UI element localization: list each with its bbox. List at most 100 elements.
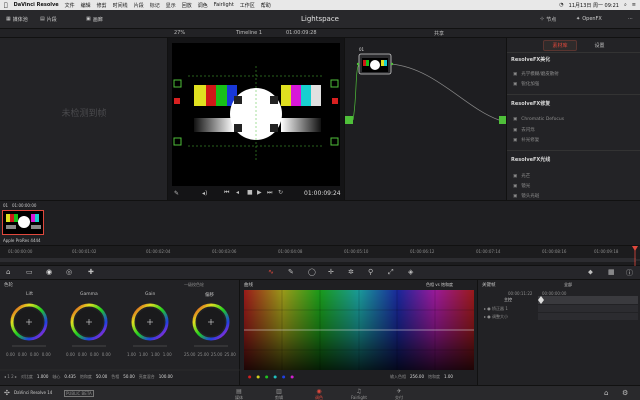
timeline-ruler[interactable]: 01:00:00:00 01:00:01:02 01:00:02:04 01:0… (0, 246, 640, 266)
keyframes-filter-select[interactable]: 全部 (564, 282, 572, 288)
menu-trim[interactable]: 修剪 (97, 2, 107, 9)
color-wheels-panel: 色轮 一级校色轮 Lift Gamma Gain 偏移 0.00 0.00 0.… (0, 280, 240, 385)
zoom-select[interactable]: 27% (174, 30, 185, 36)
fx-item[interactable]: ▣ 去闪烁 (513, 127, 535, 134)
ruler-tick: 01:00:01:02 (72, 249, 97, 254)
ruler-tick: 01:00:05:10 (344, 249, 369, 254)
fx-section-light[interactable]: ResolveFX光线 (511, 156, 550, 163)
gain-wheel (131, 303, 169, 341)
key-icon[interactable]: ⚲ (368, 268, 373, 276)
motion-icon[interactable]: ✚ (88, 268, 94, 276)
wifi-icon[interactable]: ◔ (559, 2, 563, 9)
eyedropper-icon[interactable]: ✎ (174, 190, 179, 197)
ruler-tick: 01:00:08:16 (542, 249, 567, 254)
contrast-value[interactable]: 1.000 (37, 374, 48, 380)
fx-item[interactable]: ▣ 光学模糊/磨皮散射 (513, 71, 559, 78)
offset-values[interactable]: 25.00 25.00 25.00 25.00 (184, 352, 236, 357)
fx-item[interactable]: ▣ 镜光 (513, 183, 530, 190)
fx-item[interactable]: ▣ Chromatic Defocus (513, 117, 564, 122)
curve-color-dots[interactable]: ● ● ● ● ● ● (248, 374, 294, 379)
ruler-tick: 01:00:09:18 (594, 249, 619, 254)
page-indicator[interactable]: ◂ 1 2 ▸ (4, 374, 17, 380)
page-deliver[interactable]: ✈ 交付 (384, 388, 414, 400)
shared-label[interactable]: 共享 (434, 30, 444, 37)
clip-thumbnail[interactable] (2, 210, 44, 235)
lum-mix-value[interactable]: 100.00 (159, 374, 173, 380)
menu-workspace[interactable]: 工作区 (240, 2, 255, 9)
curve-mode-select[interactable]: 色相 vs 饱和度 (426, 282, 453, 288)
settings-gear-icon[interactable]: ⚙ (622, 389, 628, 397)
menu-color[interactable]: 调色 (198, 2, 208, 9)
gamma-values[interactable]: 0.00 0.00 0.00 0.00 (66, 352, 111, 357)
color-wheels-icon[interactable]: ◉ (46, 268, 52, 276)
pivot-value[interactable]: 0.435 (64, 374, 75, 380)
search-icon[interactable]: ⌕ (624, 2, 627, 9)
nodes-button[interactable]: ⊹ 节点 (540, 14, 556, 24)
fx-section-beauty[interactable]: ResolveFX美化 (511, 56, 550, 63)
3d-icon[interactable]: ◈ (408, 268, 413, 276)
stop-icon[interactable]: ■ (247, 189, 253, 196)
keyframe-row-resize[interactable]: ▸ ● 调整大小 (484, 314, 508, 320)
home-icon[interactable]: ⌂ (604, 389, 608, 397)
go-to-end-icon[interactable]: ⏭ (267, 189, 272, 197)
rgb-mixer-icon[interactable]: ◎ (66, 268, 72, 276)
menubar-datetime[interactable]: 11月13日 周一 09:21 (569, 2, 619, 9)
menu-app-name[interactable]: DaVinci Resolve (14, 2, 59, 8)
tab-library[interactable]: 素材库 (543, 39, 577, 51)
loop-icon[interactable]: ↻ (278, 189, 283, 196)
keyframe-row-corrector[interactable]: ▸ ● 矫正器 1 (484, 306, 508, 312)
keyframe-row-master[interactable]: 主控 (504, 297, 512, 303)
qualifier-icon[interactable]: ✎ (288, 268, 294, 276)
page-edit[interactable]: ▥ 剪辑 (264, 388, 294, 400)
go-to-start-icon[interactable]: ⏮ (224, 189, 229, 197)
viewer-frame[interactable] (168, 38, 344, 200)
hue-sat-curve-graph[interactable] (244, 290, 474, 370)
apple-icon[interactable]:  (4, 2, 8, 9)
fx-item[interactable]: ▣ 补光修复 (513, 137, 539, 144)
curves-icon[interactable]: ∿ (268, 268, 274, 276)
fx-item[interactable]: ▣ 镜头光斑 (513, 193, 539, 200)
menu-fairlight[interactable]: Fairlight (214, 2, 234, 8)
menu-timeline[interactable]: 时间线 (113, 2, 128, 9)
clip-thumbnail-image (6, 214, 41, 229)
blur-icon[interactable]: ✲ (348, 268, 354, 276)
list-icon[interactable]: ≡ (632, 2, 636, 9)
lift-values[interactable]: 0.00 0.00 0.00 0.00 (6, 352, 51, 357)
gain-values[interactable]: 1.00 1.00 1.00 1.00 (127, 352, 172, 357)
info-icon[interactable]: ⓘ (626, 268, 633, 278)
ruler-tick: 01:00:03:06 (212, 249, 237, 254)
node-editor[interactable]: 01 (344, 38, 507, 200)
menu-file[interactable]: 文件 (65, 2, 75, 9)
edit-icon: ▥ (276, 388, 282, 395)
menu-help[interactable]: 帮助 (261, 2, 271, 9)
saturation-value[interactable]: 1.00 (444, 374, 453, 380)
titlebar-more-icon[interactable]: ⋯ (628, 14, 633, 24)
timeline-name[interactable]: Timeline 1 (236, 30, 262, 36)
page-color[interactable]: ◉ 调色 (304, 388, 334, 400)
menu-clip[interactable]: 片段 (134, 2, 144, 9)
fx-item[interactable]: ▣ 锐化加强 (513, 81, 539, 88)
fx-section-repair[interactable]: ResolveFX修复 (511, 100, 550, 107)
camera-raw-icon[interactable]: ⌂ (6, 268, 10, 276)
page-media[interactable]: ▤ 媒体 (224, 388, 254, 400)
window-icon[interactable]: ◯ (308, 268, 316, 276)
sat-value[interactable]: 50.00 (96, 374, 107, 380)
tab-settings[interactable]: 设置 (595, 42, 605, 49)
scopes-icon[interactable]: ▦ (608, 268, 615, 276)
step-back-icon[interactable]: ◂ (236, 189, 239, 196)
tracker-icon[interactable]: ✛ (328, 268, 334, 276)
fx-item[interactable]: ▣ 光芒 (513, 173, 530, 180)
keyframes-icon[interactable]: ⬥ (588, 268, 593, 277)
menu-edit[interactable]: 编辑 (81, 2, 91, 9)
input-hue-value[interactable]: 256.00 (410, 374, 424, 380)
audio-icon[interactable]: ◂) (202, 190, 207, 197)
sizing-icon[interactable]: ⤢ (388, 268, 394, 277)
page-fairlight[interactable]: ♫ Fairlight (344, 388, 374, 400)
color-match-icon[interactable]: ▭ (26, 268, 33, 276)
menu-playback[interactable]: 回放 (182, 2, 192, 9)
play-icon[interactable]: ▶ (257, 189, 262, 196)
hue-value[interactable]: 50.00 (123, 374, 134, 380)
menu-view[interactable]: 显示 (166, 2, 176, 9)
menu-mark[interactable]: 标记 (150, 2, 160, 9)
openfx-button[interactable]: ✦ OpenFX (576, 14, 602, 24)
